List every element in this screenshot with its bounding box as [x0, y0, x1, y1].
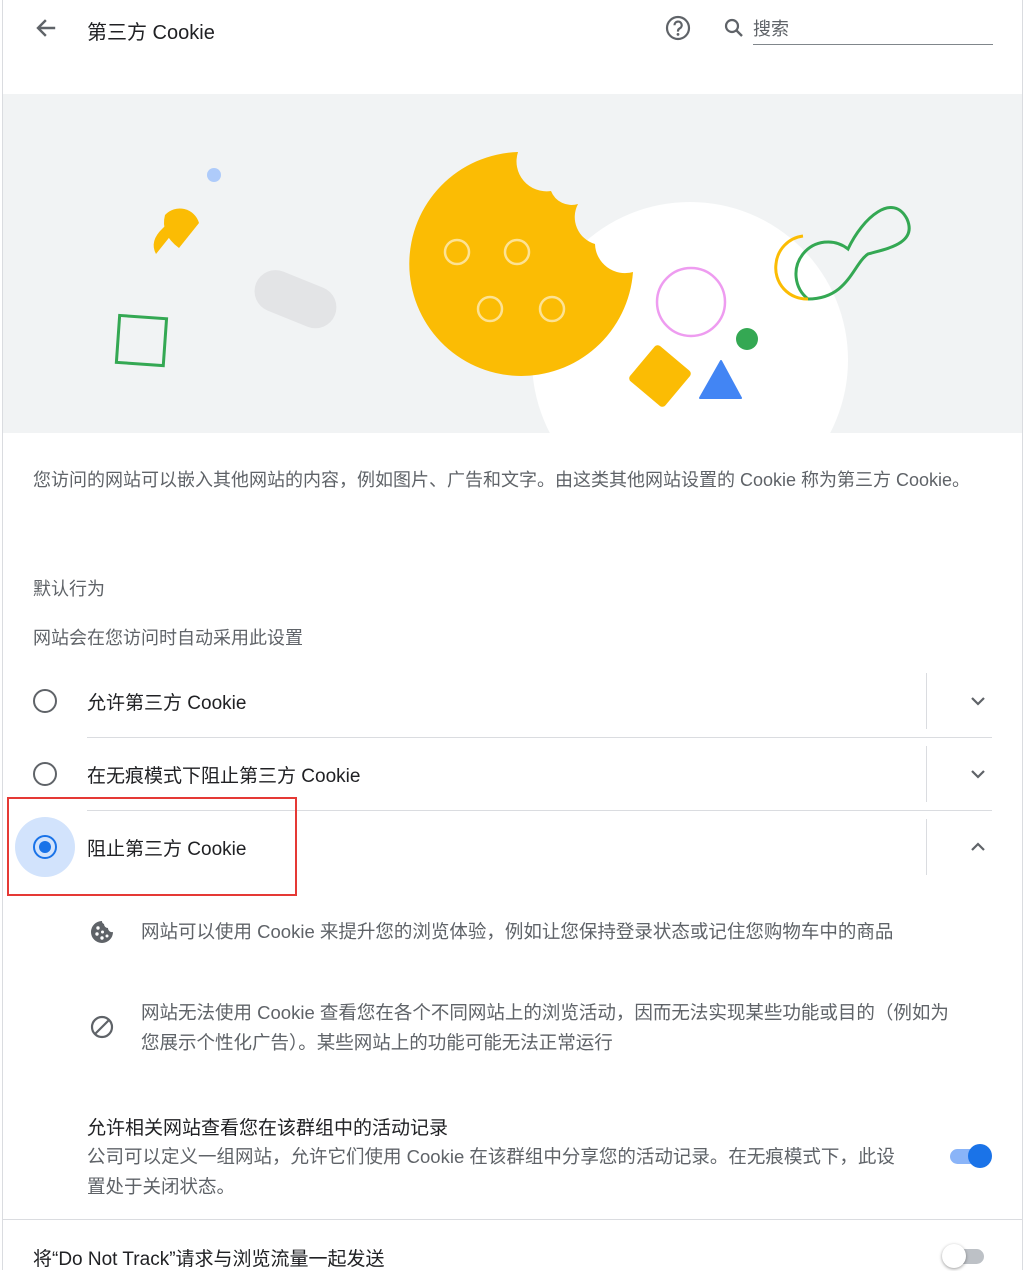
third-party-cookie-description: 您访问的网站可以嵌入其他网站的内容，例如图片、广告和文字。由这类其他网站设置的 …: [33, 470, 971, 490]
cookie-illustration-art: [114, 152, 911, 433]
toggle-knob: [942, 1244, 966, 1268]
right-border: [1022, 0, 1023, 1270]
do-not-track-toggle[interactable]: [942, 1242, 988, 1270]
collapse-button[interactable]: [962, 831, 994, 863]
option-allow-third-party[interactable]: 允许第三方 Cookie: [0, 665, 1000, 737]
toggle-knob: [968, 1144, 992, 1168]
default-behavior-label: 默认行为: [33, 579, 105, 599]
radio-button[interactable]: [33, 762, 57, 786]
cookie-illustration: [3, 94, 1022, 433]
page-title: 第三方 Cookie: [87, 22, 215, 44]
back-button[interactable]: [30, 12, 62, 44]
do-not-track-label: 将“Do Not Track”请求与浏览流量一起发送: [33, 1249, 385, 1270]
arrow-back-icon: [36, 19, 56, 37]
cookie-icon: [91, 921, 113, 943]
option-label: 在无痕模式下阻止第三方 Cookie: [87, 766, 361, 787]
help-button[interactable]: [662, 12, 694, 44]
related-sites-toggle[interactable]: [946, 1142, 992, 1170]
search-icon: [724, 18, 743, 37]
block-icon: [90, 1015, 114, 1039]
radio-button[interactable]: [33, 689, 57, 713]
search-input[interactable]: [753, 14, 993, 45]
expand-button[interactable]: [962, 685, 994, 717]
selection-highlight-box: [7, 797, 297, 896]
chevron-down-icon: [971, 770, 985, 779]
related-sites-title: 允许相关网站查看您在该群组中的活动记录: [87, 1118, 449, 1139]
chevron-down-icon: [971, 697, 985, 706]
detail-text-block-line1: 网站无法使用 Cookie 查看您在各个不同网站上的浏览活动，因而无法实现某些功…: [141, 1002, 949, 1023]
option-label: 允许第三方 Cookie: [87, 693, 247, 714]
section-divider: [3, 1219, 1022, 1220]
search-box: [723, 10, 993, 47]
expand-button[interactable]: [962, 758, 994, 790]
related-sites-description: 公司可以定义一组网站，允许它们使用 Cookie 在该群组中分享您的活动记录。在…: [87, 1146, 895, 1197]
detail-text-block-line2: 您展示个性化广告）。某些网站上的功能可能无法正常运行: [141, 1032, 613, 1053]
chevron-up-icon: [971, 842, 985, 851]
detail-text-cookie: 网站可以使用 Cookie 来提升您的浏览体验，例如让您保持登录状态或记住您购物…: [141, 921, 894, 942]
help-icon: [665, 15, 691, 41]
default-behavior-sublabel: 网站会在您访问时自动采用此设置: [33, 628, 303, 648]
settings-page: 第三方 Cookie 搜索 您访问的网站可以嵌入其他网站的内容，例如图片、广告和…: [0, 0, 1025, 1270]
divider: [926, 746, 927, 802]
divider: [926, 819, 927, 875]
divider: [926, 673, 927, 729]
